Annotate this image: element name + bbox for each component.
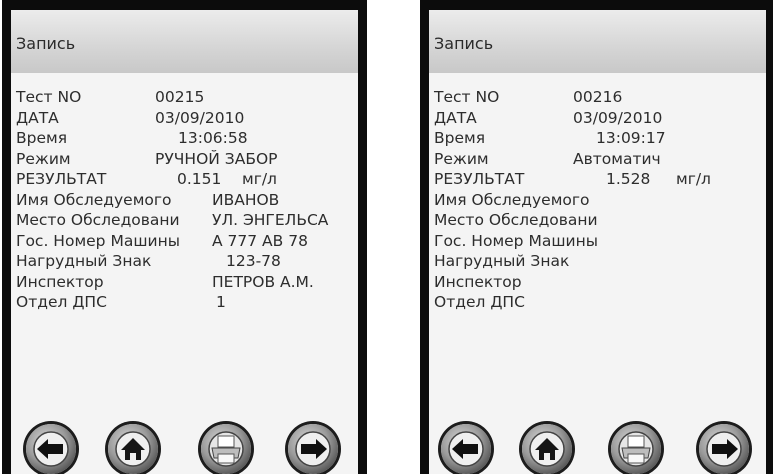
arrow-right-icon (706, 431, 742, 467)
next-button[interactable] (699, 424, 749, 474)
row-time: Время 13:09:17 (434, 129, 766, 150)
printer-icon (208, 431, 244, 467)
label-subject-name: Имя Обследуемого (16, 190, 172, 209)
value-mode: РУЧНОЙ ЗАБОР (155, 149, 278, 168)
label-date: ДАТА (16, 108, 59, 127)
print-button[interactable] (611, 424, 661, 474)
title-bar: Запись (11, 10, 358, 73)
row-mode: Режим РУЧНОЙ ЗАБОР (16, 150, 358, 171)
row-test-number: Тест NO 00215 (16, 88, 358, 109)
row-badge: Нагрудный Знак (434, 252, 766, 273)
next-button[interactable] (288, 424, 338, 474)
record-screen-right: Запись Тест NO 00216 ДАТА 03/09/2010 Вре… (429, 10, 766, 474)
label-department: Отдел ДПС (434, 293, 525, 311)
value-time: 13:06:58 (178, 129, 248, 147)
label-car-number: Гос. Номер Машины (434, 231, 598, 250)
row-mode: Режим Автоматич (434, 150, 766, 171)
print-button[interactable] (201, 424, 251, 474)
record-screen-left: Запись Тест NO 00215 ДАТА 03/09/2010 Вре… (11, 10, 358, 474)
home-icon (529, 431, 565, 467)
label-mode: Режим (434, 149, 489, 168)
row-car-number: Гос. Номер Машины А 777 АВ 78 (16, 232, 358, 253)
screen-title: Запись (434, 34, 494, 53)
printer-icon (618, 431, 654, 467)
label-badge: Нагрудный Знак (434, 252, 570, 270)
row-place: Место Обследовани УЛ. ЭНГЕЛЬСА (16, 211, 358, 232)
value-test-number: 00216 (573, 88, 623, 106)
row-subject-name: Имя Обследуемого (434, 191, 766, 212)
label-place: Место Обследовани (434, 211, 598, 229)
row-result: РЕЗУЛЬТАТ 1.528 мг/л (434, 170, 766, 191)
row-result: РЕЗУЛЬТАТ 0.151 мг/л (16, 170, 358, 191)
label-mode: Режим (16, 149, 71, 168)
value-place: УЛ. ЭНГЕЛЬСА (212, 211, 329, 229)
record-details: Тест NO 00215 ДАТА 03/09/2010 Время 13:0… (16, 88, 358, 314)
row-inspector: Инспектор (434, 273, 766, 294)
label-test-number: Тест NO (16, 88, 82, 106)
back-button[interactable] (26, 424, 76, 474)
label-inspector: Инспектор (16, 272, 104, 291)
value-date: 03/09/2010 (573, 108, 663, 127)
result-unit: мг/л (242, 170, 277, 188)
button-bar (429, 416, 766, 474)
home-icon (115, 431, 151, 467)
row-test-number: Тест NO 00216 (434, 88, 766, 109)
row-department: Отдел ДПС 1 (16, 293, 358, 314)
label-test-number: Тест NO (434, 88, 500, 106)
row-badge: Нагрудный Знак 123-78 (16, 252, 358, 273)
label-date: ДАТА (434, 108, 477, 127)
value-time: 13:09:17 (596, 129, 666, 147)
label-inspector: Инспектор (434, 272, 522, 291)
device-left: Запись Тест NO 00215 ДАТА 03/09/2010 Вре… (2, 0, 367, 474)
label-department: Отдел ДПС (16, 293, 107, 311)
label-place: Место Обследовани (16, 211, 180, 229)
label-result: РЕЗУЛЬТАТ (434, 170, 525, 188)
value-department: 1 (216, 293, 226, 311)
value-subject-name: ИВАНОВ (212, 190, 280, 209)
row-car-number: Гос. Номер Машины (434, 232, 766, 253)
row-date: ДАТА 03/09/2010 (434, 109, 766, 130)
row-place: Место Обследовани (434, 211, 766, 232)
value-mode: Автоматич (573, 149, 661, 168)
result-unit: мг/л (676, 170, 711, 188)
record-details: Тест NO 00216 ДАТА 03/09/2010 Время 13:0… (434, 88, 766, 314)
row-time: Время 13:06:58 (16, 129, 358, 150)
row-date: ДАТА 03/09/2010 (16, 109, 358, 130)
value-badge: 123-78 (226, 252, 281, 270)
screen-title: Запись (16, 34, 76, 53)
row-subject-name: Имя Обследуемого ИВАНОВ (16, 191, 358, 212)
arrow-right-icon (295, 431, 331, 467)
value-test-number: 00215 (155, 88, 205, 106)
back-button[interactable] (441, 424, 491, 474)
value-inspector: ПЕТРОВ А.М. (212, 272, 314, 291)
home-button[interactable] (522, 424, 572, 474)
label-time: Время (434, 129, 486, 147)
label-result: РЕЗУЛЬТАТ (16, 170, 107, 188)
label-badge: Нагрудный Знак (16, 252, 152, 270)
value-date: 03/09/2010 (155, 108, 245, 127)
title-bar: Запись (429, 10, 766, 73)
value-result: 0.151 (177, 170, 222, 188)
device-right: Запись Тест NO 00216 ДАТА 03/09/2010 Вре… (420, 0, 773, 474)
row-department: Отдел ДПС (434, 293, 766, 314)
label-subject-name: Имя Обследуемого (434, 190, 590, 209)
label-car-number: Гос. Номер Машины (16, 231, 180, 250)
arrow-left-icon (33, 431, 69, 467)
value-car-number: А 777 АВ 78 (212, 231, 308, 250)
value-result: 1.528 (606, 170, 651, 188)
button-bar (11, 416, 358, 474)
row-inspector: Инспектор ПЕТРОВ А.М. (16, 273, 358, 294)
label-time: Время (16, 129, 68, 147)
home-button[interactable] (108, 424, 158, 474)
arrow-left-icon (448, 431, 484, 467)
